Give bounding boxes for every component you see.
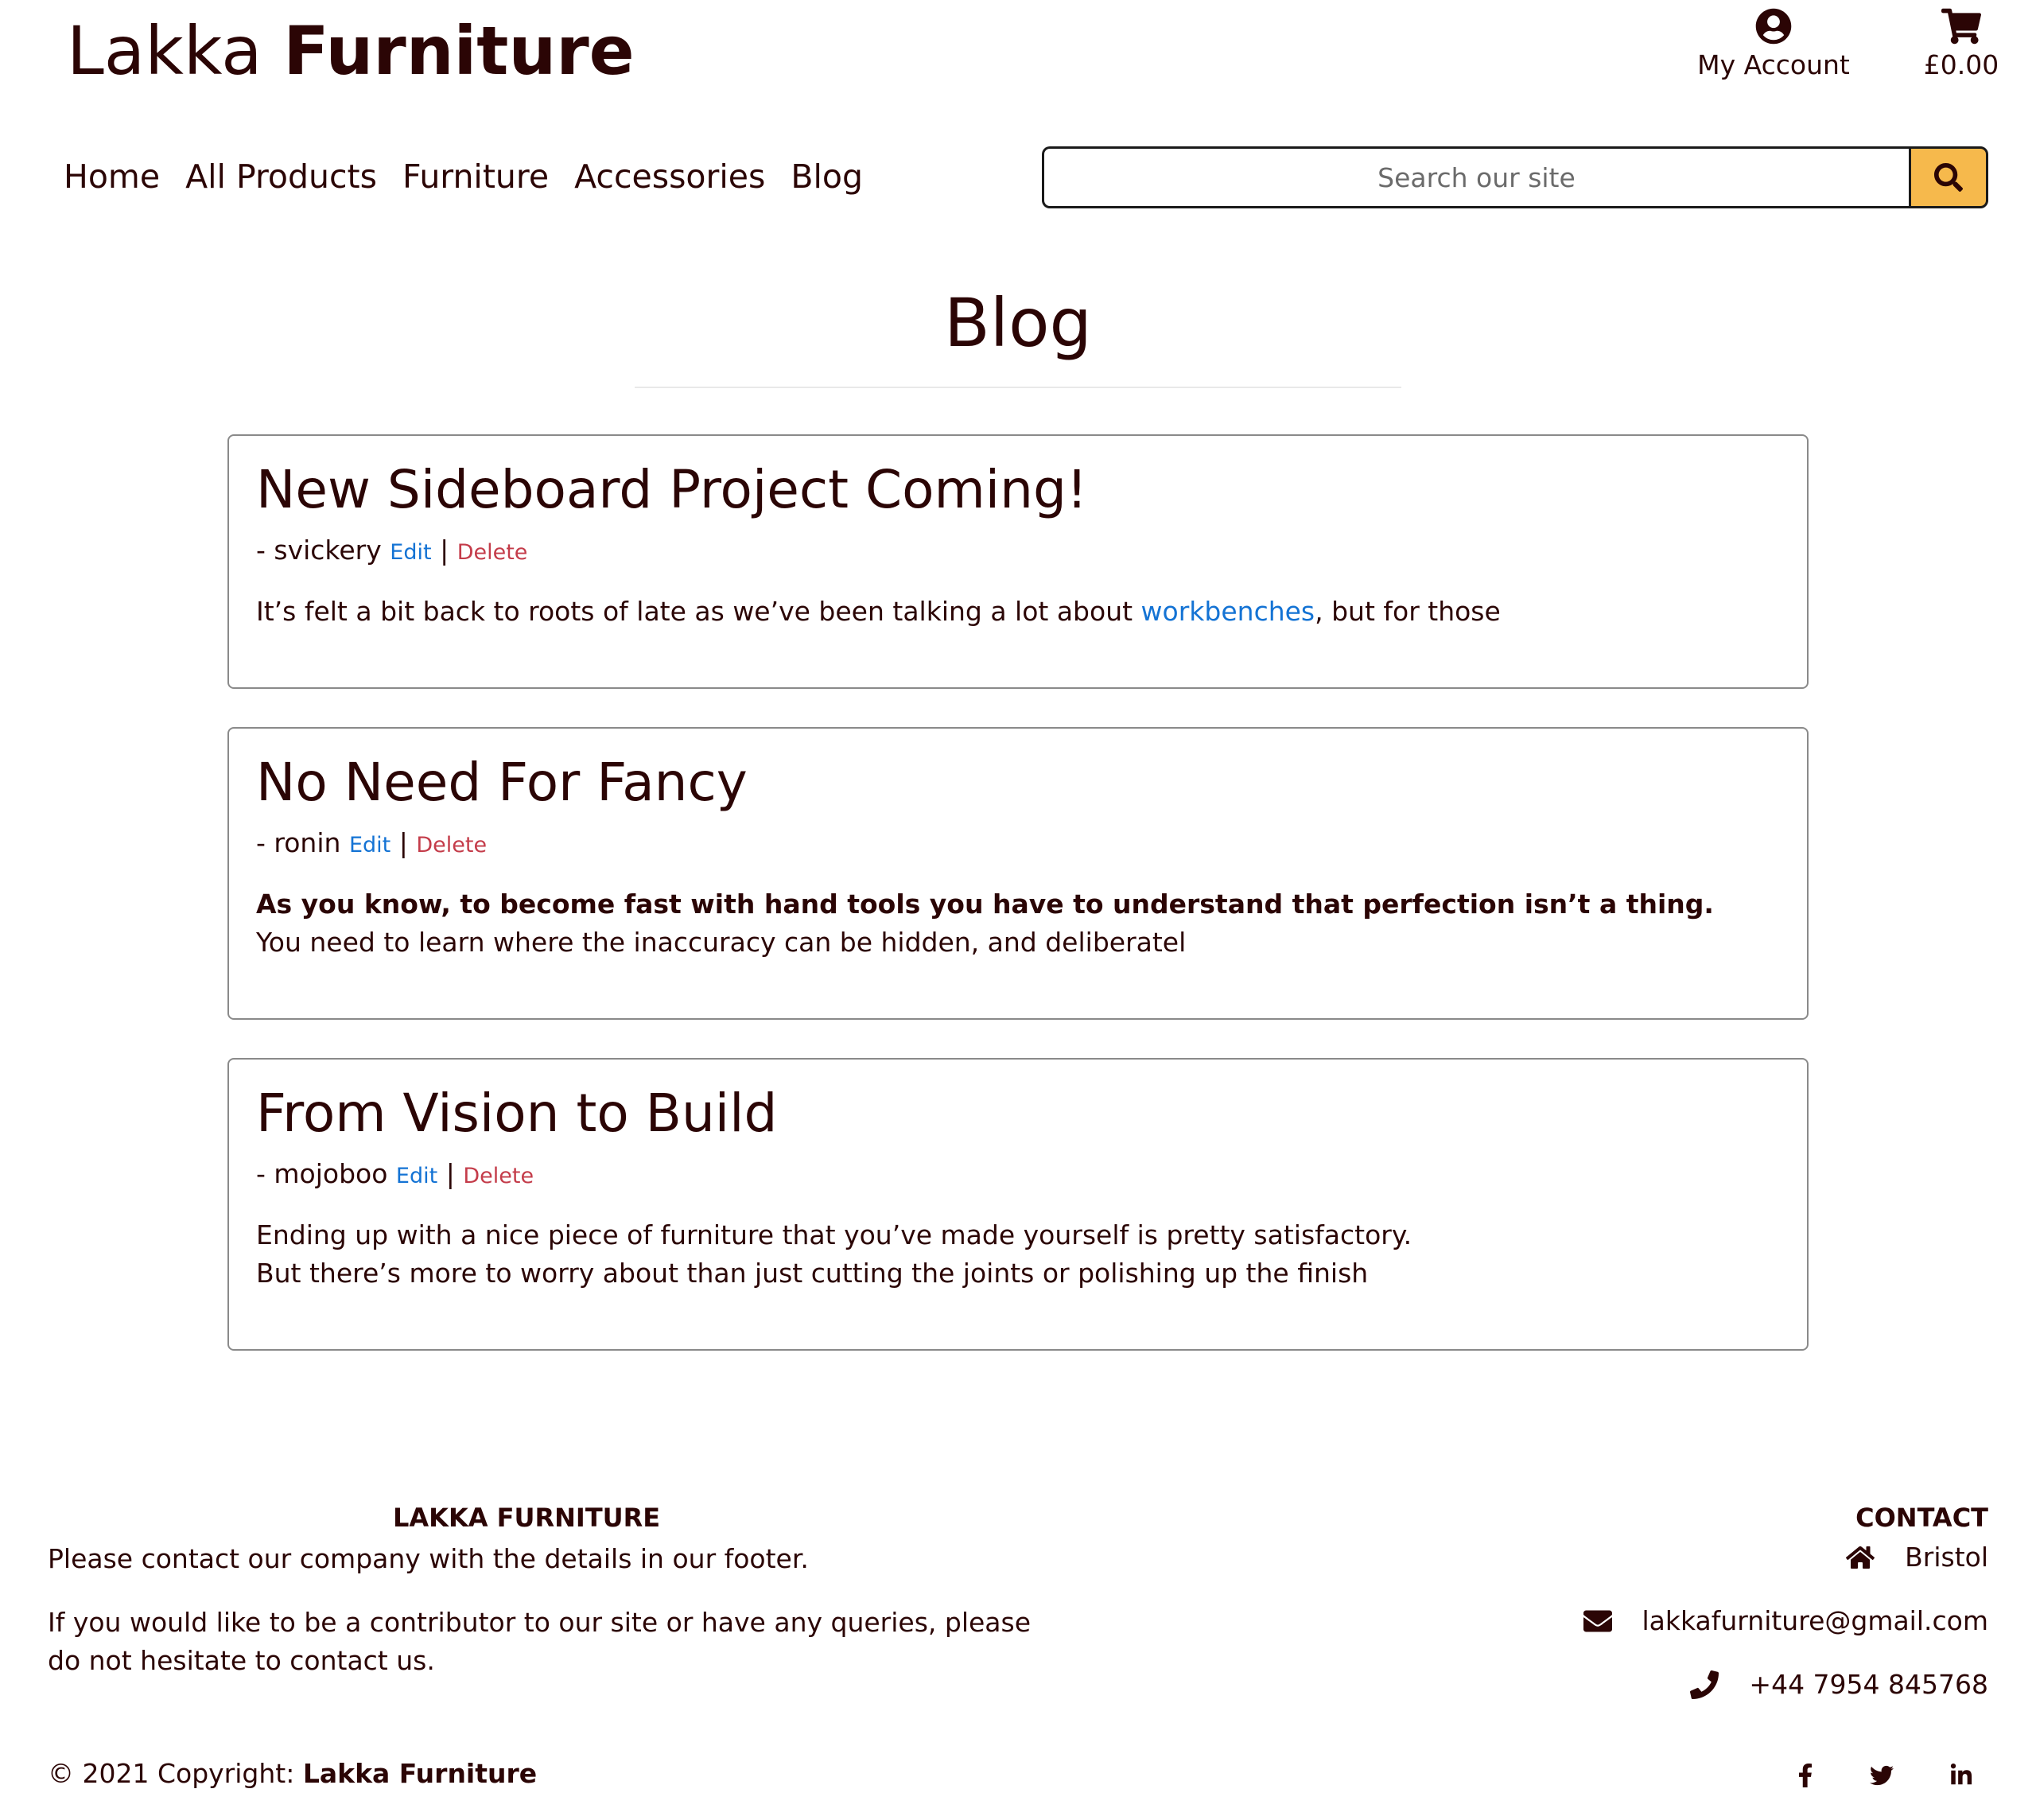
- contact-email: lakkafurniture@gmail.com: [1583, 1604, 1988, 1639]
- address-text: Bristol: [1905, 1542, 1988, 1573]
- post-title[interactable]: New Sideboard Project Coming!: [256, 458, 1780, 522]
- envelope-icon: [1583, 1610, 1612, 1632]
- linkedin-link[interactable]: [1945, 1760, 1977, 1791]
- page-title: Blog: [944, 284, 1092, 362]
- twitter-link[interactable]: [1866, 1760, 1898, 1791]
- excerpt-line: But there’s more to worry about than jus…: [256, 1258, 1369, 1289]
- nav-item-accessories[interactable]: Accessories: [574, 153, 765, 200]
- footer-contact-heading: CONTACT: [1855, 1503, 1988, 1533]
- delete-link[interactable]: Delete: [416, 833, 487, 858]
- linkedin-icon: [1950, 1764, 1972, 1785]
- workbenches-link[interactable]: workbenches: [1141, 596, 1315, 627]
- meta-separator: |: [398, 827, 408, 858]
- excerpt-text-end: , but for those: [1315, 596, 1501, 627]
- phone-text[interactable]: +44 7954 845768: [1749, 1667, 1988, 1702]
- contributor-line: If you would like to be a contributor to…: [48, 1607, 1032, 1638]
- contact-phone: +44 7954 845768: [1690, 1667, 1988, 1702]
- copyright: © 2021 Copyright: Lakka Furniture: [48, 1756, 537, 1791]
- post-meta: - mojoboo Edit | Delete: [256, 1157, 1780, 1194]
- nav-item-blog[interactable]: Blog: [791, 153, 863, 200]
- search-input[interactable]: [1042, 146, 1909, 208]
- delete-link[interactable]: Delete: [457, 540, 528, 565]
- contact-address: Bristol: [1846, 1540, 1988, 1575]
- email-link[interactable]: lakkafurniture@gmail.com: [1642, 1604, 1988, 1639]
- post-excerpt: It’s felt a bit back to roots of late as…: [256, 593, 1780, 631]
- post-author: - mojoboo: [256, 1158, 388, 1189]
- brand-logo[interactable]: Lakka Furniture: [67, 11, 635, 91]
- phone-icon: [1690, 1670, 1719, 1699]
- title-divider: [635, 387, 1401, 388]
- nav-item-all-products[interactable]: All Products: [185, 153, 377, 200]
- post-excerpt: Ending up with a nice piece of furniture…: [256, 1216, 1780, 1293]
- shopping-cart-icon: [1941, 8, 1981, 45]
- excerpt-line: Ending up with a nice piece of furniture…: [256, 1219, 1412, 1250]
- excerpt-text: It’s felt a bit back to roots of late as…: [256, 596, 1141, 627]
- contributor-line: do not hesitate to contact us.: [48, 1645, 435, 1676]
- footer-about-heading: LAKKA FURNITURE: [393, 1503, 661, 1533]
- search-button[interactable]: [1909, 146, 1988, 208]
- edit-link[interactable]: Edit: [396, 1164, 437, 1188]
- brand-light-text: Lakka: [67, 12, 262, 90]
- post-meta: - ronin Edit | Delete: [256, 826, 1780, 863]
- post-meta: - svickery Edit | Delete: [256, 533, 1780, 570]
- my-account-link[interactable]: My Account: [1686, 8, 1861, 83]
- main-nav: Home All Products Furniture Accessories …: [64, 153, 863, 200]
- blog-post-card: New Sideboard Project Coming! - svickery…: [227, 434, 1809, 689]
- search-icon: [1934, 163, 1963, 192]
- footer-about-text: Please contact our company with the deta…: [48, 1543, 809, 1574]
- facebook-icon: [1798, 1764, 1813, 1787]
- post-author: - ronin: [256, 827, 341, 858]
- search-form: [1042, 146, 1988, 208]
- nav-item-furniture[interactable]: Furniture: [402, 153, 549, 200]
- post-excerpt: As you know, to become fast with hand to…: [256, 885, 1780, 962]
- user-circle-icon: [1755, 8, 1792, 45]
- cart-total: £0.00: [1923, 49, 1999, 80]
- home-icon: [1846, 1546, 1875, 1569]
- delete-link[interactable]: Delete: [463, 1164, 534, 1188]
- blog-post-card: No Need For Fancy - ronin Edit | Delete …: [227, 727, 1809, 1020]
- post-title[interactable]: No Need For Fancy: [256, 751, 1780, 815]
- my-account-label: My Account: [1697, 49, 1850, 80]
- copyright-brand[interactable]: Lakka Furniture: [303, 1758, 537, 1789]
- post-author: - svickery: [256, 535, 382, 566]
- cart-link[interactable]: £0.00: [1898, 8, 2025, 83]
- footer-contributor-text: If you would like to be a contributor to…: [48, 1604, 1031, 1680]
- brand-bold-text: Furniture: [283, 12, 635, 90]
- excerpt-bold-line: As you know, to become fast with hand to…: [256, 889, 1714, 920]
- post-title[interactable]: From Vision to Build: [256, 1082, 1780, 1145]
- copyright-prefix: © 2021 Copyright:: [48, 1758, 303, 1789]
- excerpt-line: You need to learn where the inaccuracy c…: [256, 927, 1187, 958]
- facebook-link[interactable]: [1789, 1760, 1821, 1791]
- meta-separator: |: [440, 535, 449, 566]
- blog-post-card: From Vision to Build - mojoboo Edit | De…: [227, 1058, 1809, 1351]
- twitter-icon: [1870, 1765, 1894, 1786]
- nav-item-home[interactable]: Home: [64, 153, 160, 200]
- edit-link[interactable]: Edit: [390, 540, 431, 565]
- edit-link[interactable]: Edit: [349, 833, 390, 858]
- meta-separator: |: [445, 1158, 455, 1189]
